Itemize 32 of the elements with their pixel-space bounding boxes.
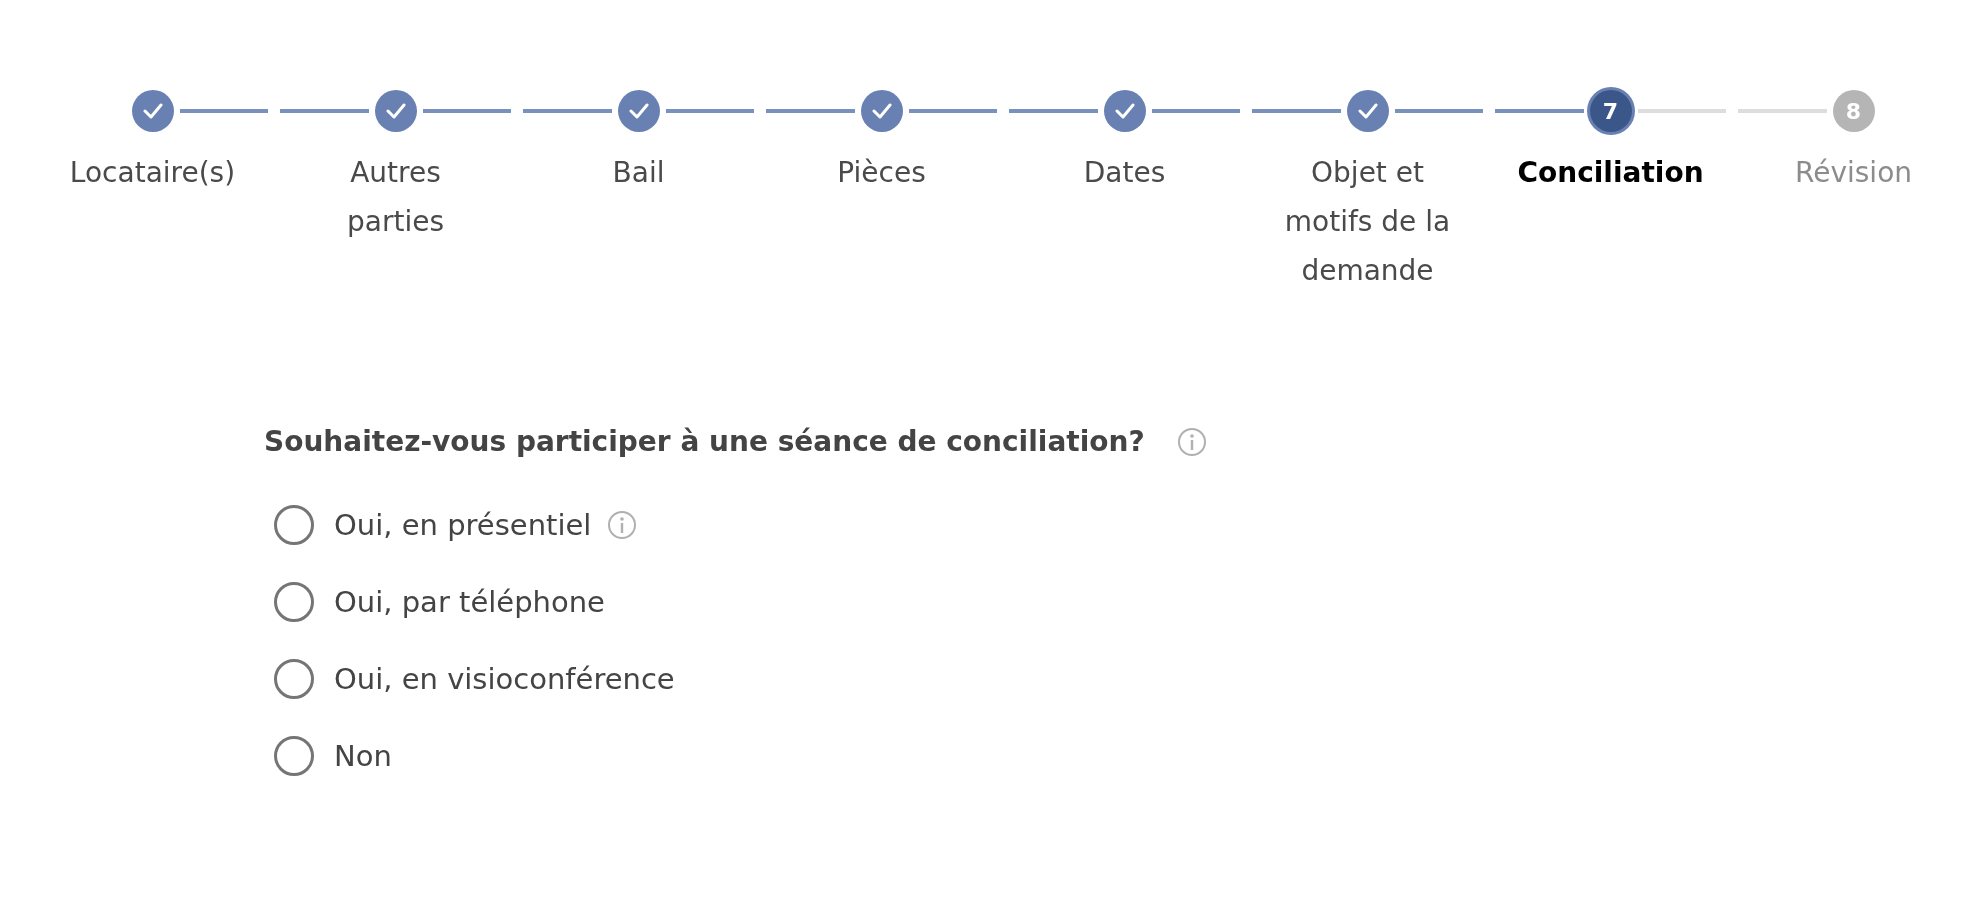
radio-button[interactable] (274, 735, 314, 776)
step-label: Conciliation (1516, 155, 1705, 191)
check-icon (142, 103, 163, 119)
option-label: Oui, en visioconférence (334, 661, 675, 696)
step-label: Locataire(s) (68, 155, 237, 191)
step-circle[interactable] (617, 90, 660, 132)
check-icon (1357, 103, 1378, 119)
step-label: Bail (611, 155, 666, 191)
option-label: Oui, en présentiel (334, 507, 592, 542)
step-label: Pièces (836, 155, 927, 191)
step-circle[interactable] (860, 90, 903, 132)
option-label: Oui, par téléphone (334, 584, 605, 619)
radio-button[interactable] (274, 504, 314, 545)
radio-button[interactable] (274, 581, 314, 622)
option-label: Non (334, 738, 392, 773)
info-icon[interactable] (607, 509, 638, 540)
step-circle[interactable]: 7 (1589, 90, 1632, 132)
step-label: Révision (1794, 155, 1913, 191)
check-icon (1114, 103, 1135, 119)
step-circle[interactable] (131, 90, 174, 132)
step-label: Dates (1082, 155, 1167, 191)
step-circle[interactable] (1103, 90, 1146, 132)
step-circle[interactable] (374, 90, 417, 132)
radio-button[interactable] (274, 658, 314, 699)
info-icon[interactable] (1176, 426, 1207, 457)
check-icon (628, 103, 649, 119)
step-circle[interactable] (1346, 90, 1389, 132)
check-icon (871, 103, 892, 119)
check-icon (385, 103, 406, 119)
question-text: Souhaitez-vous participer à une séance de conciliation? (264, 425, 1145, 458)
step-label: Objet et motifs de la demande (1283, 155, 1452, 289)
step-label: Autres parties (346, 155, 445, 240)
